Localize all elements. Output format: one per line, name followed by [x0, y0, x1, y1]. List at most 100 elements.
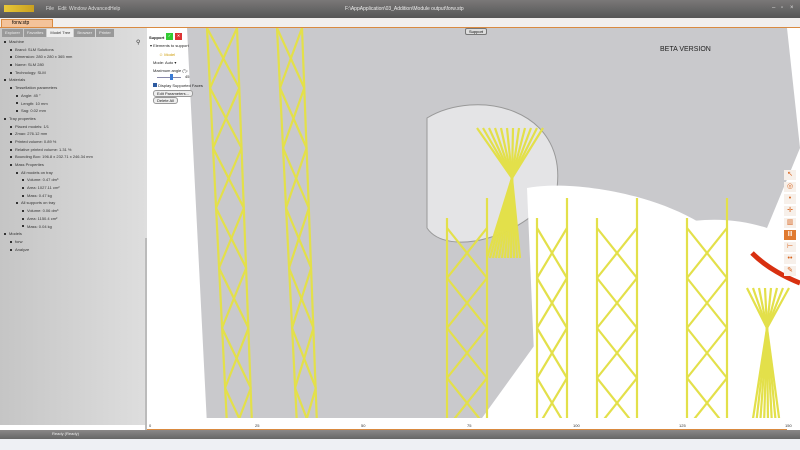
- tree-item[interactable]: All supports on tray: [2, 199, 145, 207]
- tree-bullet-icon: [16, 202, 18, 205]
- tree-item-label: Zmax: 276.12 mm: [15, 131, 48, 137]
- tree-item[interactable]: Technology: SLM: [2, 69, 145, 77]
- elements-to-support[interactable]: ▾ Elements to support: [150, 43, 189, 48]
- point-icon[interactable]: •: [784, 194, 796, 204]
- tree-item[interactable]: All models on tray: [2, 169, 145, 177]
- 3d-viewport[interactable]: [147, 28, 800, 425]
- tree-item-label: All supports on tray: [21, 200, 56, 206]
- app-logo: [4, 5, 34, 12]
- tree-item[interactable]: Analyze: [2, 246, 145, 254]
- tree-item[interactable]: Area: 1150.4 cm²: [2, 215, 145, 223]
- model-item[interactable]: ☺ Model: [159, 52, 175, 57]
- tab-explorer[interactable]: Explorer: [2, 29, 23, 37]
- tree-item[interactable]: Angle: 45 °: [2, 92, 145, 100]
- contact-icon[interactable]: ••: [784, 254, 796, 264]
- support-tag: Support: [465, 28, 488, 35]
- tree-item-label: All models on tray: [21, 169, 53, 175]
- support-panel: Support ✓ ✕ ▾ Elements to support ☺ Mode…: [147, 33, 207, 108]
- status-bar: Ready (Ready): [0, 430, 800, 439]
- tree-item[interactable]: Length: 10 mm: [2, 100, 145, 108]
- tree-item[interactable]: Dimension: 280 x 280 x 365 mm: [2, 53, 145, 61]
- support-title: Support: [149, 35, 165, 40]
- angle-slider-handle[interactable]: [170, 74, 173, 80]
- tree-item-label: Area: 1150.4 cm²: [27, 215, 58, 221]
- tree-item[interactable]: Materials: [2, 76, 145, 84]
- tree-item-label: Bounding Box: 196.8 x 232.71 x 246.34 mm: [15, 154, 93, 160]
- tree-item[interactable]: Volume: 0.47 dm³: [2, 176, 145, 184]
- tree-item[interactable]: forw: [2, 238, 145, 246]
- select-icon[interactable]: ↖: [784, 170, 796, 180]
- tab-printer[interactable]: Printer: [96, 29, 114, 37]
- tree-item-label: forw: [15, 238, 23, 244]
- tree-bullet-icon: [4, 233, 6, 236]
- menu-help[interactable]: Help: [110, 6, 120, 12]
- edit-icon[interactable]: ✎: [784, 266, 796, 276]
- ruler-label: 75: [467, 423, 472, 428]
- tree-item[interactable]: Zmax: 276.12 mm: [2, 130, 145, 138]
- ruler: 0 25 50 75 100 125 150: [147, 418, 792, 430]
- angle-slider[interactable]: [157, 77, 181, 78]
- tree-bullet-icon: [10, 48, 12, 51]
- menu-edit[interactable]: Edit: [58, 6, 67, 12]
- tree-item[interactable]: Sag: 0.02 mm: [2, 107, 145, 115]
- ruler-label: 150: [785, 423, 792, 428]
- gusset-icon[interactable]: ⊢: [784, 242, 796, 252]
- edit-parameters-button[interactable]: Edit Parameters...: [153, 90, 194, 97]
- tree-item-label: Volume: 0.06 dm³: [27, 208, 59, 214]
- ruler-label: 100: [573, 423, 580, 428]
- support-icon[interactable]: Ⅲ: [784, 230, 796, 240]
- mode-select[interactable]: Mode: Auto ▾: [153, 60, 176, 65]
- status-text: Ready (Ready): [52, 431, 79, 436]
- tree-bullet-icon: [22, 194, 24, 197]
- tree-bullet-icon: [22, 225, 24, 228]
- tree-item[interactable]: Mass Properties: [2, 161, 145, 169]
- tab-browser[interactable]: Browser: [74, 29, 96, 37]
- tree-item[interactable]: Printed volume: 0.89 %: [2, 138, 145, 146]
- close-button[interactable]: ×: [790, 5, 794, 11]
- menu-file[interactable]: File: [46, 6, 54, 12]
- document-tab[interactable]: forw.stp: [1, 19, 53, 28]
- target-icon[interactable]: ◎: [784, 182, 796, 192]
- bottom-strip: [0, 439, 800, 450]
- maximize-button[interactable]: ▫: [781, 5, 783, 11]
- tree-item[interactable]: Area: 1027.11 cm²: [2, 184, 145, 192]
- minimize-button[interactable]: –: [772, 5, 775, 11]
- tree-item-label: Dimension: 280 x 280 x 365 mm: [15, 54, 73, 60]
- tab-favorites[interactable]: Favorites: [23, 29, 47, 37]
- tree-item[interactable]: Name: SLM 280: [2, 61, 145, 69]
- tree-bullet-icon: [10, 64, 12, 66]
- tree-item[interactable]: Relative printed volume: 1.31 %: [2, 146, 145, 154]
- ruler-label: 50: [361, 423, 366, 428]
- tree-bullet-icon: [4, 79, 6, 82]
- tree-item-label: Volume: 0.47 dm³: [27, 177, 59, 183]
- tree-item-label: Length: 10 mm: [21, 100, 48, 106]
- tree-item[interactable]: Tray properties: [2, 115, 145, 123]
- menu-window[interactable]: Window: [69, 6, 87, 12]
- tree-item-label: Sag: 0.02 mm: [21, 108, 46, 114]
- cross-icon[interactable]: ✛: [784, 206, 796, 216]
- document-tab-label: forw.stp: [12, 20, 30, 26]
- delete-all-button[interactable]: Delete All: [153, 97, 178, 104]
- menu-advanced[interactable]: Advanced: [88, 6, 110, 12]
- tree-item[interactable]: Bounding Box: 196.8 x 232.71 x 246.34 mm: [2, 153, 145, 161]
- tree-bullet-icon: [10, 248, 12, 251]
- tree-item-label: Printed volume: 0.89 %: [15, 138, 57, 144]
- tree-item[interactable]: Mass: 0.47 kg: [2, 192, 145, 200]
- tree-item[interactable]: Brand: SLM Solutions: [2, 46, 145, 54]
- tree-item[interactable]: Placed models: 1/1: [2, 123, 145, 131]
- display-faces-checkbox[interactable]: Display Supported Faces: [153, 83, 203, 88]
- tree-item[interactable]: Machine: [2, 38, 145, 46]
- tree-item[interactable]: Models: [2, 230, 145, 238]
- lattice-icon[interactable]: ▥: [784, 218, 796, 228]
- cancel-button[interactable]: ✕: [175, 33, 182, 40]
- tree-bullet-icon: [16, 102, 18, 105]
- tree-item[interactable]: Volume: 0.06 dm³: [2, 207, 145, 215]
- tab-model-tree[interactable]: Model Tree: [47, 29, 74, 37]
- tree-item-label: Tessellation parameters: [15, 85, 58, 91]
- tree-item-label: Materials: [9, 77, 26, 83]
- tree-item[interactable]: Mass: 0.04 kg: [2, 223, 145, 231]
- tree-item[interactable]: Tessellation parameters: [2, 84, 145, 92]
- tree-bullet-icon: [16, 110, 18, 113]
- tree-item-label: Brand: SLM Solutions: [15, 46, 54, 52]
- confirm-button[interactable]: ✓: [166, 33, 173, 40]
